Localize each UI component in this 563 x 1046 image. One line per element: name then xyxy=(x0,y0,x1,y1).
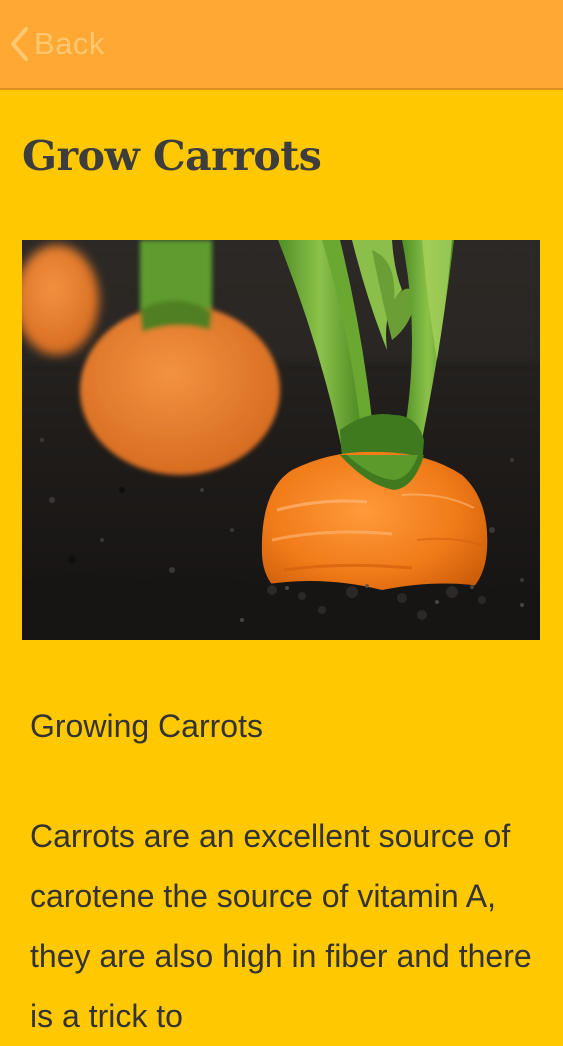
chevron-left-icon xyxy=(8,26,30,62)
carrot-photo xyxy=(22,240,540,640)
top-nav-bar: Back xyxy=(0,0,563,90)
page-title: Grow Carrots xyxy=(22,132,322,180)
back-button-label: Back xyxy=(34,26,105,61)
back-button[interactable]: Back xyxy=(8,22,105,66)
article-heading: Growing Carrots xyxy=(30,708,263,744)
article-body: Carrots are an excellent source of carot… xyxy=(30,818,532,1034)
